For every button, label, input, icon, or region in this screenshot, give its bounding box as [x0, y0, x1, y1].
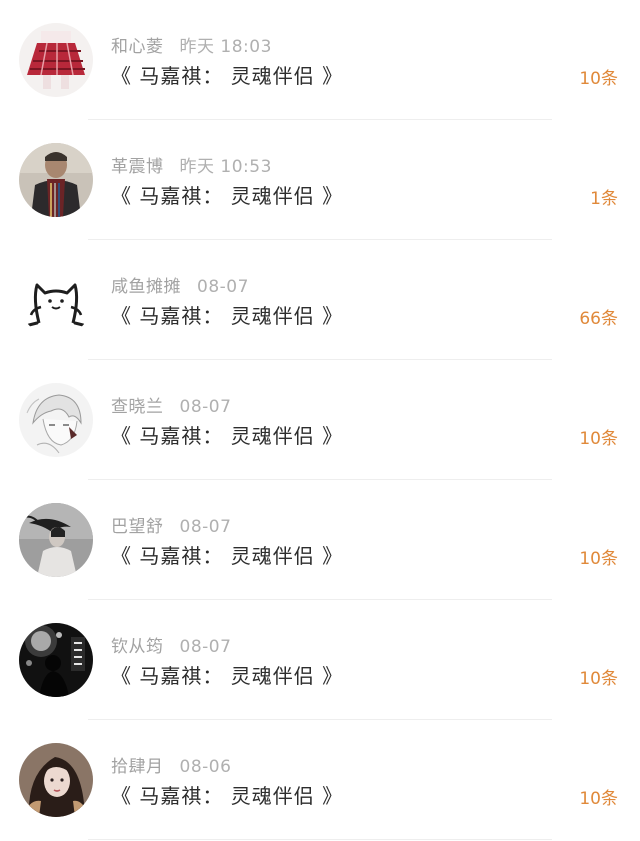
plaid-skirt-icon	[19, 23, 93, 97]
divider	[88, 839, 552, 840]
timestamp: 08-07	[179, 637, 232, 657]
timestamp: 昨天 18:03	[179, 37, 272, 57]
username[interactable]: 拾肆月	[111, 757, 164, 777]
item-meta: 咸鱼摊摊 08-07	[111, 272, 249, 297]
item-count: 10条	[579, 669, 618, 689]
timestamp: 08-07	[179, 517, 232, 537]
list-item[interactable]: 咸鱼摊摊 08-07 《 马嘉祺： 灵魂伴侣 》 66条	[0, 240, 640, 360]
timestamp: 昨天 10:53	[179, 157, 272, 177]
item-count: 1条	[590, 189, 618, 209]
avatar[interactable]	[19, 623, 93, 697]
item-title[interactable]: 《 马嘉祺： 灵魂伴侣 》	[111, 660, 343, 689]
item-title[interactable]: 《 马嘉祺： 灵魂伴侣 》	[111, 60, 343, 89]
item-count: 10条	[579, 69, 618, 89]
username[interactable]: 咸鱼摊摊	[111, 277, 181, 297]
item-count: 10条	[579, 549, 618, 569]
username[interactable]: 革震博	[111, 157, 164, 177]
item-meta: 革震博 昨天 10:53	[111, 152, 272, 177]
timestamp: 08-07	[197, 277, 249, 297]
list-item[interactable]: 查晓兰 08-07 《 马嘉祺： 灵魂伴侣 》 10条	[0, 360, 640, 480]
cat-doodle-icon	[19, 263, 93, 337]
username[interactable]: 查晓兰	[111, 397, 164, 417]
avatar[interactable]	[19, 383, 93, 457]
item-title[interactable]: 《 马嘉祺： 灵魂伴侣 》	[111, 540, 343, 569]
windblown-girl-icon	[19, 503, 93, 577]
list-item[interactable]: 革震博 昨天 10:53 《 马嘉祺： 灵魂伴侣 》 1条	[0, 120, 640, 240]
avatar[interactable]	[19, 23, 93, 97]
list-item[interactable]: 和心菱 昨天 18:03 《 马嘉祺： 灵魂伴侣 》 10条	[0, 0, 640, 120]
item-title[interactable]: 《 马嘉祺： 灵魂伴侣 》	[111, 420, 343, 449]
item-title[interactable]: 《 马嘉祺： 灵魂伴侣 》	[111, 780, 343, 809]
item-title[interactable]: 《 马嘉祺： 灵魂伴侣 》	[111, 180, 343, 209]
avatar[interactable]	[19, 503, 93, 577]
timestamp: 08-06	[179, 757, 232, 777]
message-list: 和心菱 昨天 18:03 《 马嘉祺： 灵魂伴侣 》 10条 革震博 昨天 10:5…	[0, 0, 640, 840]
username[interactable]: 和心菱	[111, 37, 164, 57]
man-scarf-icon	[19, 143, 93, 217]
list-item[interactable]: 钦从筠 08-07 《 马嘉祺： 灵魂伴侣 》 10条	[0, 600, 640, 720]
avatar[interactable]	[19, 743, 93, 817]
username[interactable]: 钦从筠	[111, 637, 164, 657]
silhouette-lights-icon	[19, 623, 93, 697]
item-count: 66条	[579, 309, 618, 329]
item-count: 10条	[579, 429, 618, 449]
anime-sketch-icon	[19, 383, 93, 457]
item-meta: 拾肆月 08-06	[111, 752, 231, 777]
list-item[interactable]: 巴望舒 08-07 《 马嘉祺： 灵魂伴侣 》 10条	[0, 480, 640, 600]
avatar[interactable]	[19, 143, 93, 217]
item-title[interactable]: 《 马嘉祺： 灵魂伴侣 》	[111, 300, 343, 329]
girl-portrait-icon	[19, 743, 93, 817]
username[interactable]: 巴望舒	[111, 517, 164, 537]
item-meta: 和心菱 昨天 18:03	[111, 32, 272, 57]
item-meta: 查晓兰 08-07	[111, 392, 231, 417]
item-meta: 巴望舒 08-07	[111, 512, 231, 537]
item-count: 10条	[579, 789, 618, 809]
item-meta: 钦从筠 08-07	[111, 632, 231, 657]
avatar[interactable]	[19, 263, 93, 337]
list-item[interactable]: 拾肆月 08-06 《 马嘉祺： 灵魂伴侣 》 10条	[0, 720, 640, 840]
timestamp: 08-07	[179, 397, 232, 417]
